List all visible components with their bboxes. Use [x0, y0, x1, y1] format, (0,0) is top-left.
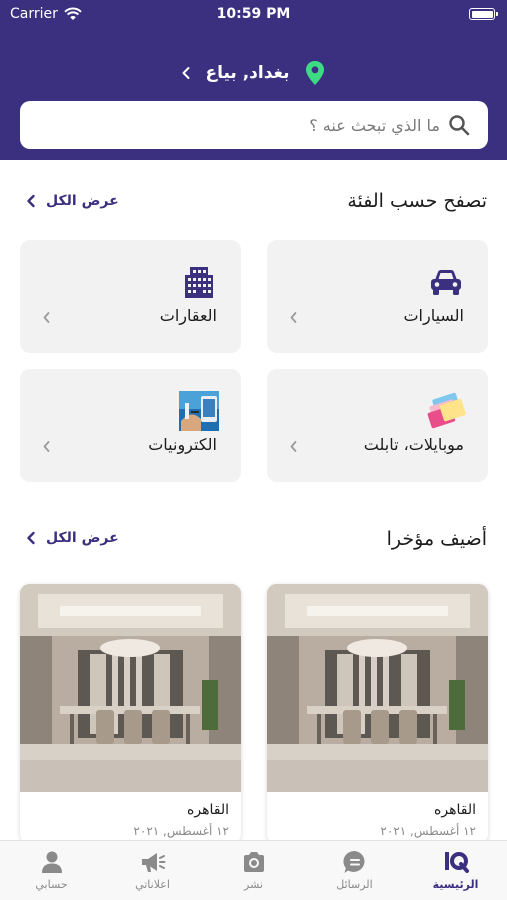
tab-label: اعلاناتي: [135, 878, 170, 891]
chevron-left-icon: [182, 67, 190, 79]
iq-home-icon: [444, 852, 469, 873]
chevron-left-icon: [290, 312, 297, 323]
tab-label: نشر: [244, 878, 263, 891]
listing-date: ١٢ أغسطس, ٢٠٢١: [380, 824, 476, 838]
chevron-left-icon: [290, 441, 297, 452]
search-placeholder: ما الذي تبحث عنه ؟: [309, 115, 440, 135]
tab-label: حسابي: [35, 878, 68, 891]
search-icon: [449, 115, 470, 136]
bottom-tab-bar: الرئيسية الرسائل نشر اعلاناتي حسابي: [0, 840, 507, 900]
view-all-label: عرض الكل: [46, 193, 119, 209]
chevron-left-icon: [27, 194, 35, 208]
megaphone-icon: [141, 853, 165, 872]
listing-card[interactable]: القاهره ١٢ أغسطس, ٢٠٢١: [20, 584, 241, 844]
chevron-left-icon: [43, 441, 50, 452]
chat-icon: [342, 850, 364, 873]
camera-icon: [243, 852, 264, 872]
electronics-icon: [179, 391, 219, 431]
tab-label: الرسائل: [336, 878, 373, 891]
category-label: السيارات: [403, 306, 464, 325]
chevron-left-icon: [27, 531, 35, 545]
category-label: العقارات: [159, 306, 217, 325]
tab-messages[interactable]: الرسائل: [304, 849, 405, 891]
category-card-phones[interactable]: موبايلات، تابلت: [267, 369, 488, 482]
building-icon: [179, 262, 219, 302]
category-label: موبايلات، تابلت: [363, 435, 464, 454]
app-header: Carrier 10:59 PM بغداد, بياع ما الذي تبح…: [0, 0, 507, 160]
tab-label: الرئيسية: [432, 878, 479, 891]
status-time: 10:59 PM: [216, 6, 291, 22]
search-input[interactable]: ما الذي تبحث عنه ؟: [20, 101, 488, 149]
user-icon: [41, 851, 62, 873]
location-selector[interactable]: بغداد, بياع: [0, 60, 507, 86]
category-card-cars[interactable]: السيارات: [267, 240, 488, 353]
listing-date: ١٢ أغسطس, ٢٠٢١: [133, 824, 229, 838]
category-card-electronics[interactable]: الكترونيات: [20, 369, 241, 482]
listing-photo: [267, 584, 488, 792]
location-label: بغداد, بياع: [205, 63, 290, 83]
tab-account[interactable]: حسابي: [1, 849, 102, 891]
view-all-label: عرض الكل: [46, 530, 119, 546]
categories-view-all-link[interactable]: عرض الكل: [26, 193, 119, 209]
phones-icon: [426, 391, 466, 431]
recent-view-all-link[interactable]: عرض الكل: [26, 530, 119, 546]
recent-section-title: أضيف مؤخرا: [386, 528, 487, 550]
tab-my-ads[interactable]: اعلاناتي: [102, 849, 203, 891]
listing-city: القاهره: [434, 802, 476, 818]
category-label: الكترونيات: [148, 435, 217, 454]
listing-card[interactable]: القاهره ١٢ أغسطس, ٢٠٢١: [267, 584, 488, 844]
car-icon: [426, 262, 466, 302]
categories-section-title: تصفح حسب الفئة: [347, 190, 487, 212]
location-pin-icon: [305, 61, 324, 85]
listing-city: القاهره: [187, 802, 229, 818]
battery-icon: [469, 8, 498, 20]
chevron-left-icon: [43, 312, 50, 323]
tab-post[interactable]: نشر: [203, 849, 304, 891]
status-bar: Carrier 10:59 PM: [0, 0, 507, 28]
tab-home[interactable]: الرئيسية: [405, 849, 506, 891]
listing-photo: [20, 584, 241, 792]
category-card-real-estate[interactable]: العقارات: [20, 240, 241, 353]
